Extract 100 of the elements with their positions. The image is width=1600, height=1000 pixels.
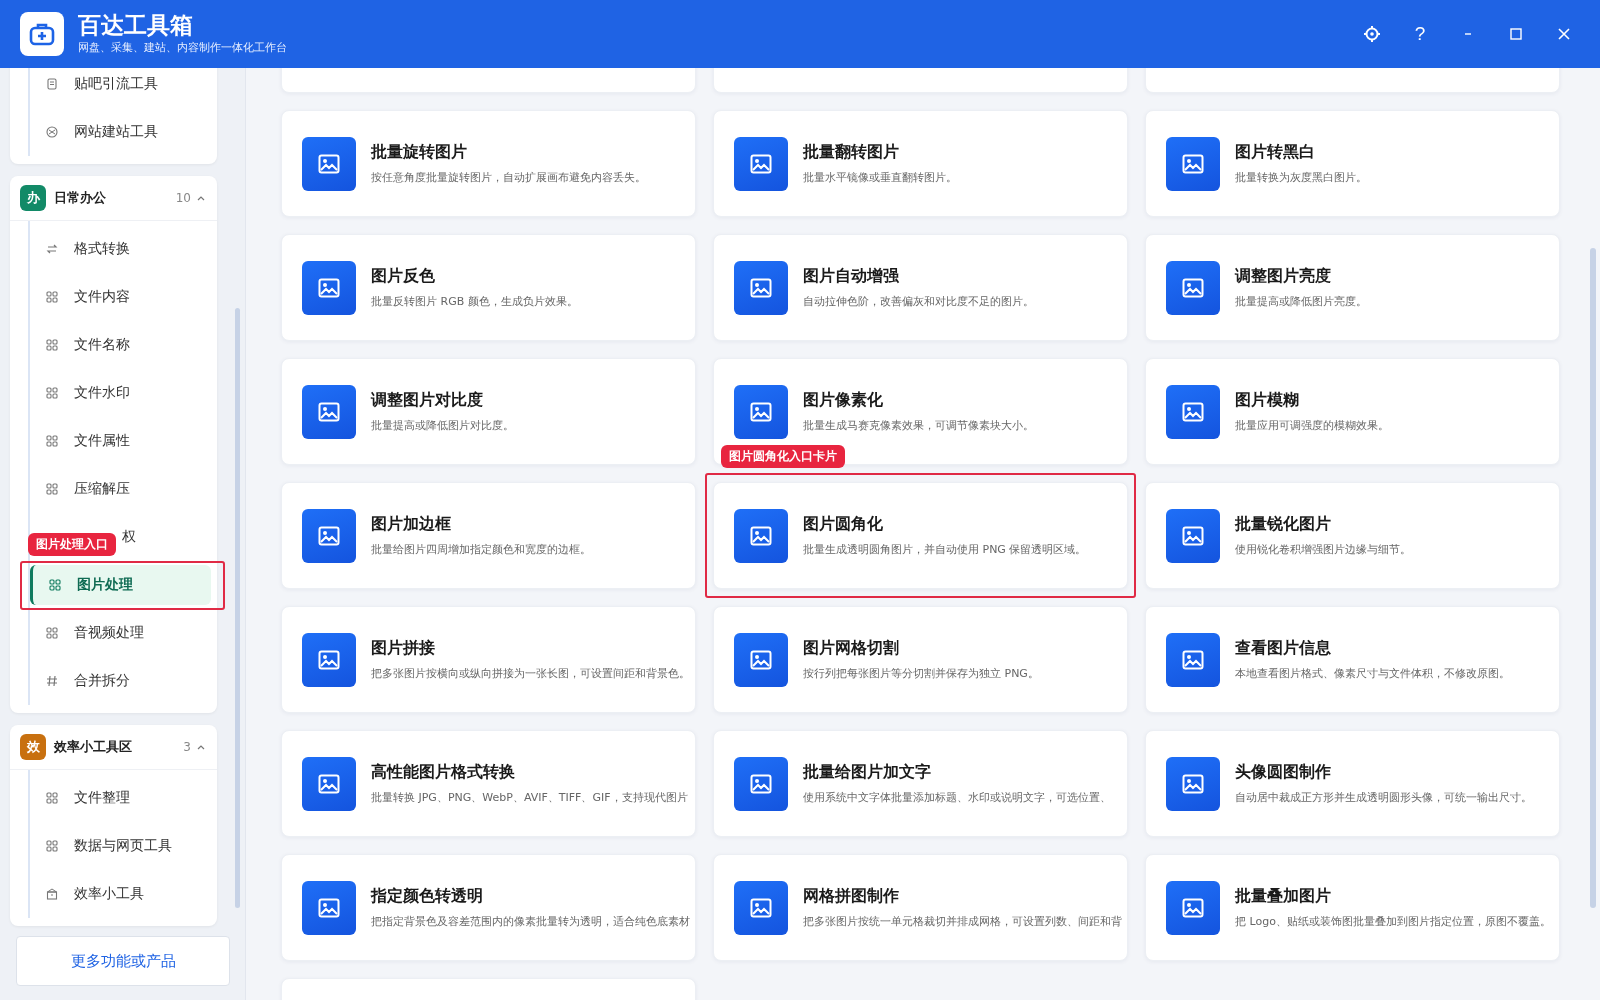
image-icon xyxy=(302,632,356,687)
swap-icon xyxy=(46,243,58,255)
tool-title: 图片加边框 xyxy=(371,514,452,535)
tool-title: 图片圆角化 xyxy=(803,514,884,535)
tool-title: 网格拼图制作 xyxy=(803,886,900,907)
tool-description: 批量生成透明圆角图片，并自动使用 PNG 保留透明区域。 xyxy=(803,542,1087,557)
tool-card[interactable]: 图片反色 批量反转图片 RGB 颜色，生成负片效果。 xyxy=(281,234,696,341)
group-badge: 效 xyxy=(20,734,46,760)
sidebar-item[interactable]: 文件水印 xyxy=(30,373,211,413)
tool-card[interactable]: 指定颜色转透明 把指定背景色及容差范围内的像素批量转为透明，适合纯色底素材 xyxy=(281,854,696,961)
tool-description: 批量应用可调强度的模糊效果。 xyxy=(1235,418,1389,433)
image-icon xyxy=(734,384,788,439)
image-icon xyxy=(734,756,788,811)
tool-description: 把多张图片按统一单元格裁切并排成网格，可设置列数、间距和背 xyxy=(803,914,1122,929)
tool-card[interactable]: 网格拼图制作 把多张图片按统一单元格裁切并排成网格，可设置列数、间距和背 xyxy=(713,854,1128,961)
sidebar-item[interactable]: 文件内容 xyxy=(30,277,211,317)
scrollbar-thumb[interactable] xyxy=(1590,248,1596,908)
tool-description: 批量提高或降低图片对比度。 xyxy=(371,418,514,433)
tool-card[interactable]: 高性能图片格式转换 批量转换 JPG、PNG、WebP、AVIF、TIFF、GIF，支持现代图片 xyxy=(281,730,696,837)
tool-description: 把指定背景色及容差范围内的像素批量转为透明，适合纯色底素材 xyxy=(371,914,690,929)
group-title: 日常办公 xyxy=(54,189,106,207)
help-button[interactable]: ? xyxy=(1404,18,1436,50)
app-subtitle: 网盘、采集、建站、内容制作一体化工作台 xyxy=(78,40,287,56)
tool-card[interactable]: 图片自动增强 自动拉伸色阶，改善偏灰和对比度不足的图片。 xyxy=(713,234,1128,341)
grid-icon xyxy=(46,840,58,852)
image-icon xyxy=(302,508,356,563)
tool-description: 批量给图片四周增加指定颜色和宽度的边框。 xyxy=(371,542,591,557)
tool-card[interactable]: 图片模糊 批量应用可调强度的模糊效果。 xyxy=(1145,358,1560,465)
tool-title: 指定颜色转透明 xyxy=(371,886,484,907)
sidebar-item[interactable]: 文件名称 xyxy=(30,325,211,365)
hash-icon xyxy=(46,675,58,687)
sidebar-item[interactable]: 数据与网页工具 xyxy=(30,826,211,866)
sidebar-item[interactable]: 效率小工具 xyxy=(30,874,211,914)
tool-title: 批量翻转图片 xyxy=(803,142,900,163)
image-icon xyxy=(734,632,788,687)
image-icon xyxy=(302,260,356,315)
sidebar-item[interactable]: 网站建站工具 xyxy=(30,112,211,152)
sidebar-item[interactable]: 文件属性 xyxy=(30,421,211,461)
tool-description: 批量转换 JPG、PNG、WebP、AVIF、TIFF、GIF，支持现代图片 xyxy=(371,790,688,805)
image-icon xyxy=(302,880,356,935)
image-icon xyxy=(734,508,788,563)
annotation-label: 图片圆角化入口卡片 xyxy=(721,445,845,468)
tool-description: 本地查看图片格式、像素尺寸与文件体积，不修改原图。 xyxy=(1235,666,1510,681)
grid-icon xyxy=(46,291,58,303)
tool-card[interactable]: 图片转黑白 批量转换为灰度黑白图片。 xyxy=(1145,110,1560,217)
toolbox-logo-icon xyxy=(20,12,64,56)
tool-card[interactable]: 图片拼接 把多张图片按横向或纵向拼接为一张长图，可设置间距和背景色。 xyxy=(281,606,696,713)
globe-icon xyxy=(46,126,58,138)
tool-description: 批量提高或降低图片亮度。 xyxy=(1235,294,1367,309)
tool-title: 头像圆图制作 xyxy=(1235,762,1332,783)
tool-card[interactable]: 图片圆角化 批量生成透明圆角图片，并自动使用 PNG 保留透明区域。 xyxy=(713,482,1128,589)
image-icon xyxy=(1166,880,1220,935)
group-count: 3 xyxy=(183,740,191,754)
tool-description: 按行列把每张图片等分切割并保存为独立 PNG。 xyxy=(803,666,1039,681)
tool-card[interactable]: 批量叠加图片 把 Logo、贴纸或装饰图批量叠加到图片指定位置，原图不覆盖。 xyxy=(1145,854,1560,961)
tool-title: 高性能图片格式转换 xyxy=(371,762,516,783)
tool-description: 使用锐化卷积增强图片边缘与细节。 xyxy=(1235,542,1411,557)
grid-icon xyxy=(46,483,58,495)
tool-description: 自动拉伸色阶，改善偏灰和对比度不足的图片。 xyxy=(803,294,1034,309)
scrollbar-thumb[interactable] xyxy=(235,308,240,908)
sidebar-item-label[interactable]: 权 xyxy=(122,528,136,546)
tool-card[interactable]: 图片网格切割 按行列把每张图片等分切割并保存为独立 PNG。 xyxy=(713,606,1128,713)
tool-description: 批量反转图片 RGB 颜色，生成负片效果。 xyxy=(371,294,578,309)
image-icon xyxy=(1166,632,1220,687)
tool-card[interactable]: 调整图片亮度 批量提高或降低图片亮度。 xyxy=(1145,234,1560,341)
close-icon xyxy=(1558,28,1570,40)
sidebar-item[interactable]: 音视频处理 xyxy=(30,613,211,653)
tool-description: 按任意角度批量旋转图片，自动扩展画布避免内容丢失。 xyxy=(371,170,646,185)
grid-icon xyxy=(46,792,58,804)
tool-card[interactable]: 批量翻转图片 批量水平镜像或垂直翻转图片。 xyxy=(713,110,1128,217)
box-icon xyxy=(46,888,58,900)
tool-title: 图片拼接 xyxy=(371,638,436,659)
image-icon xyxy=(302,136,356,191)
sidebar-item[interactable]: 格式转换 xyxy=(30,229,211,269)
sidebar-item[interactable]: 合并拆分 xyxy=(30,661,211,701)
tool-card[interactable]: 调整图片对比度 批量提高或降低图片对比度。 xyxy=(281,358,696,465)
tool-description: 把多张图片按横向或纵向拼接为一张长图，可设置间距和背景色。 xyxy=(371,666,690,681)
group-title: 效率小工具区 xyxy=(54,738,132,756)
gear-icon xyxy=(1363,25,1381,43)
app-title: 百达工具箱 xyxy=(78,12,194,39)
tool-title: 图片反色 xyxy=(371,266,436,287)
tool-card[interactable]: 批量给图片加文字 使用系统中文字体批量添加标题、水印或说明文字，可选位置、 xyxy=(713,730,1128,837)
grid-icon xyxy=(46,435,58,447)
sidebar-item[interactable]: 贴吧引流工具 xyxy=(30,68,211,104)
tool-card[interactable]: 批量锐化图片 使用锐化卷积增强图片边缘与细节。 xyxy=(1145,482,1560,589)
image-icon xyxy=(1166,756,1220,811)
sidebar-item[interactable]: 压缩解压 xyxy=(30,469,211,509)
tool-title: 调整图片亮度 xyxy=(1235,266,1332,287)
tool-card[interactable]: 批量旋转图片 按任意角度批量旋转图片，自动扩展画布避免内容丢失。 xyxy=(281,110,696,217)
more-products-button[interactable]: 更多功能或产品 xyxy=(16,936,230,986)
tool-card[interactable]: 图片加边框 批量给图片四周增加指定颜色和宽度的边框。 xyxy=(281,482,696,589)
annotation-label: 图片处理入口 xyxy=(28,533,116,556)
image-icon xyxy=(1166,136,1220,191)
sidebar-item[interactable]: 文件整理 xyxy=(30,778,211,818)
tool-card[interactable]: 查看图片信息 本地查看图片格式、像素尺寸与文件体积，不修改原图。 xyxy=(1145,606,1560,713)
tool-card[interactable]: 头像圆图制作 自动居中裁成正方形并生成透明圆形头像，可统一输出尺寸。 xyxy=(1145,730,1560,837)
tool-title: 批量叠加图片 xyxy=(1235,886,1332,907)
sidebar-item[interactable]: 图片处理 xyxy=(30,565,211,605)
tool-title: 批量给图片加文字 xyxy=(803,762,932,783)
tool-title: 调整图片对比度 xyxy=(371,390,484,411)
